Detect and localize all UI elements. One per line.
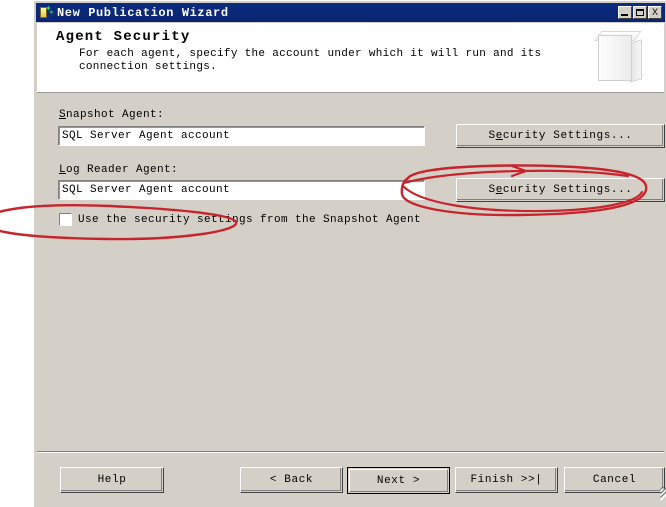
- close-button[interactable]: X: [648, 6, 662, 19]
- window-controls: X: [618, 6, 662, 19]
- log-reader-agent-input[interactable]: SQL Server Agent account: [58, 180, 425, 200]
- log-reader-agent-label: Log Reader Agent:: [59, 164, 179, 176]
- page-description: For each agent, specify the account unde…: [79, 48, 542, 73]
- next-button[interactable]: Next >: [347, 467, 450, 494]
- wizard-window: ✦ ✦ New Publication Wizard X Agent Secur…: [33, 0, 666, 507]
- page-title: Agent Security: [56, 29, 191, 45]
- wizard-header: Agent Security For each agent, specify t…: [37, 23, 664, 93]
- snapshot-agent-input[interactable]: SQL Server Agent account: [58, 126, 425, 146]
- log-reader-security-settings-label: Security Settings...: [488, 184, 633, 196]
- title-bar: ✦ ✦ New Publication Wizard X: [36, 3, 665, 22]
- next-button-label: Next >: [376, 474, 421, 487]
- snapshot-agent-label: Snapshot Agent:: [59, 109, 165, 121]
- publication-book-icon: [592, 29, 650, 87]
- use-snapshot-security-checkbox[interactable]: [59, 213, 72, 226]
- finish-button-label: Finish >>|: [470, 474, 543, 486]
- use-snapshot-security-label: Use the security settings from the Snaps…: [78, 213, 422, 226]
- wizard-body: Snapshot Agent: SQL Server Agent account…: [37, 94, 665, 451]
- wizard-footer: Help < Back Next > Finish >>| Cancel: [37, 451, 666, 505]
- snapshot-security-settings-button[interactable]: Security Settings...: [456, 124, 665, 148]
- help-button[interactable]: Help: [60, 467, 164, 493]
- publication-wizard-icon: ✦ ✦: [38, 5, 55, 20]
- cancel-button-label: Cancel: [592, 474, 637, 486]
- close-icon: X: [651, 7, 658, 17]
- maximize-button[interactable]: [633, 6, 647, 19]
- screenshot-root: ✦ ✦ New Publication Wizard X Agent Secur…: [0, 0, 666, 507]
- back-button-label: < Back: [269, 474, 314, 486]
- footer-separator: [37, 451, 664, 453]
- log-reader-security-settings-button[interactable]: Security Settings...: [456, 178, 665, 202]
- back-button[interactable]: < Back: [240, 467, 343, 493]
- help-button-label: Help: [97, 474, 127, 486]
- finish-button[interactable]: Finish >>|: [455, 467, 558, 493]
- window-title: New Publication Wizard: [57, 5, 229, 20]
- use-snapshot-security-checkbox-row[interactable]: Use the security settings from the Snaps…: [59, 213, 421, 226]
- resize-grip[interactable]: [647, 485, 666, 502]
- minimize-button[interactable]: [618, 6, 632, 19]
- snapshot-security-settings-label: Security Settings...: [488, 130, 633, 142]
